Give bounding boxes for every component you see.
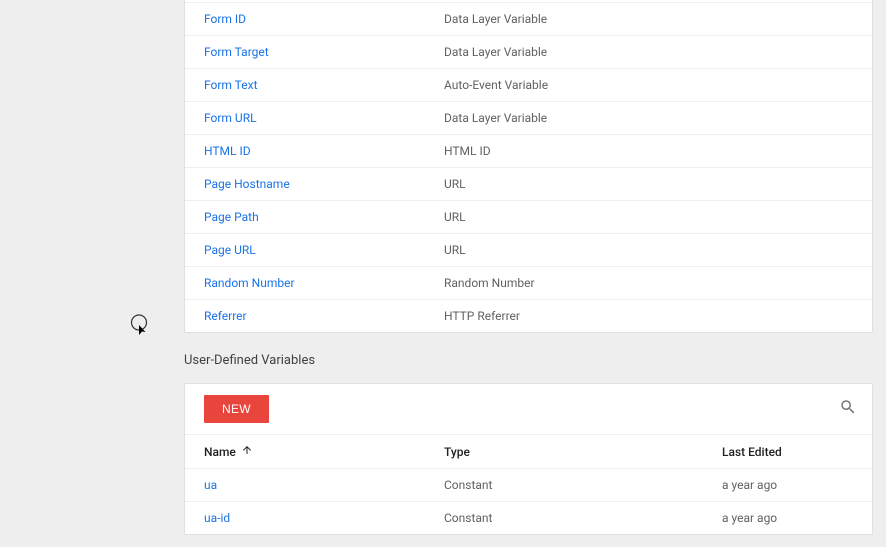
table-row: Form URL Data Layer Variable	[185, 102, 872, 135]
builtin-variable-link[interactable]: Form Text	[204, 78, 258, 92]
builtin-variable-type: HTML ID	[444, 135, 872, 168]
builtin-variable-type: Random Number	[444, 267, 872, 300]
table-row: Page Hostname URL	[185, 168, 872, 201]
builtin-variable-type: HTTP Referrer	[444, 300, 872, 333]
column-header-type[interactable]: Type	[444, 435, 722, 469]
builtin-variable-link[interactable]: Form ID	[204, 12, 246, 26]
builtin-variables-table: Form ElementData Layer VariableForm IDDa…	[184, 0, 873, 333]
builtin-variable-type: Data Layer Variable	[444, 3, 872, 36]
builtin-variable-type: Data Layer Variable	[444, 102, 872, 135]
builtin-variable-type: Auto-Event Variable	[444, 69, 872, 102]
table-row: Form ID Data Layer Variable	[185, 3, 872, 36]
builtin-variable-type: URL	[444, 234, 872, 267]
user-variable-link[interactable]: ua	[204, 478, 217, 492]
user-variable-link[interactable]: ua-id	[204, 511, 230, 525]
builtin-variable-type: URL	[444, 168, 872, 201]
user-variable-last-edited: a year ago	[722, 502, 872, 535]
user-defined-section-title: User-Defined Variables	[184, 353, 873, 368]
table-row: Random Number Random Number	[185, 267, 872, 300]
user-table-header: Name Type Last Edited	[185, 435, 872, 469]
builtin-variable-link[interactable]: Form URL	[204, 111, 257, 125]
table-row: Page URL URL	[185, 234, 872, 267]
column-header-last-edited[interactable]: Last Edited	[722, 435, 872, 469]
user-defined-variables-card: NEW Name Type Last Edi	[184, 383, 873, 535]
builtin-variable-link[interactable]: Page Path	[204, 210, 259, 224]
user-variable-last-edited: a year ago	[722, 469, 872, 502]
table-row: Form Target Data Layer Variable	[185, 36, 872, 69]
new-button[interactable]: NEW	[204, 395, 269, 423]
search-icon[interactable]	[839, 398, 857, 420]
table-row: Referrer HTTP Referrer	[185, 300, 872, 333]
builtin-variable-type: URL	[444, 201, 872, 234]
builtin-variable-link[interactable]: HTML ID	[204, 144, 251, 158]
arrow-up-icon	[241, 444, 253, 459]
builtin-variable-link[interactable]: Random Number	[204, 276, 295, 290]
builtin-variable-link[interactable]: Form Target	[204, 45, 269, 59]
table-row: ua-id Constanta year ago	[185, 502, 872, 535]
builtin-variable-link[interactable]: Page Hostname	[204, 177, 290, 191]
sort-by-name[interactable]: Name	[204, 444, 253, 459]
column-header-name: Name	[204, 445, 236, 459]
builtin-variable-link[interactable]: Referrer	[204, 309, 247, 323]
user-variable-type: Constant	[444, 469, 722, 502]
table-row: Form Text Auto-Event Variable	[185, 69, 872, 102]
builtin-variable-type: Data Layer Variable	[444, 36, 872, 69]
table-row: ua Constanta year ago	[185, 469, 872, 502]
table-row: Page Path URL	[185, 201, 872, 234]
table-row: HTML ID HTML ID	[185, 135, 872, 168]
builtin-variable-link[interactable]: Page URL	[204, 243, 256, 257]
user-variable-type: Constant	[444, 502, 722, 535]
